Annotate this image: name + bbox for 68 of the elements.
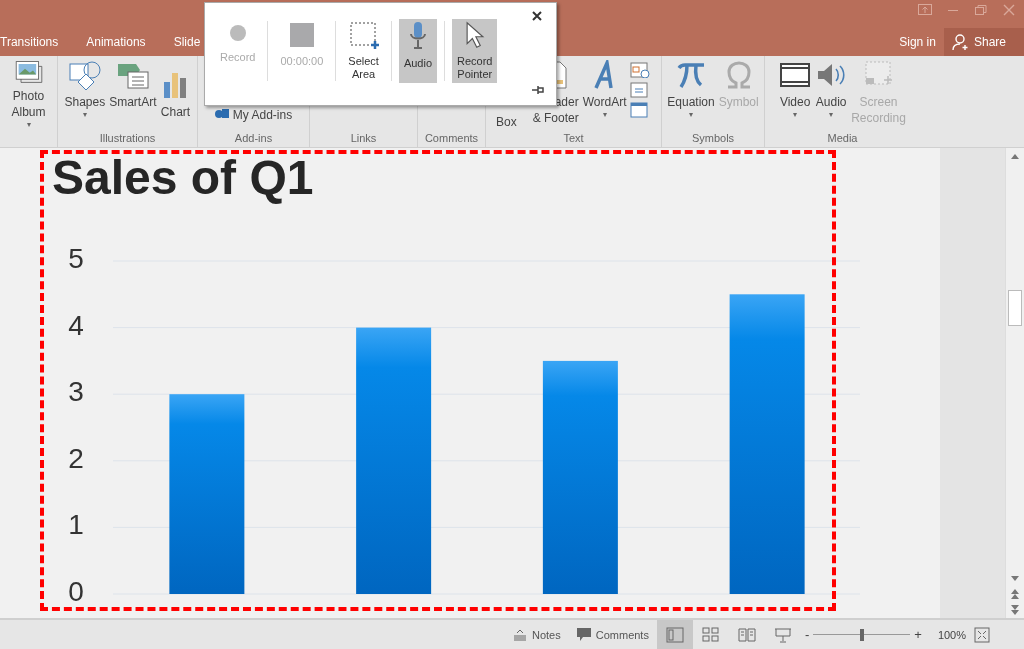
zoom-out-button[interactable]: - — [800, 627, 814, 642]
slide-number-icon — [629, 82, 650, 98]
pin-icon[interactable] — [532, 85, 544, 95]
axis-tick-label: 4 — [68, 309, 84, 341]
vertical-scrollbar[interactable] — [1005, 148, 1024, 618]
recording-button[interactable]: Audio — [398, 19, 437, 83]
sign-in-link[interactable]: Sign in — [899, 28, 936, 56]
projector-screen-icon — [773, 626, 792, 643]
book-icon — [737, 626, 756, 643]
previous-slide-icon[interactable] — [1011, 589, 1019, 599]
view-button[interactable] — [656, 620, 693, 649]
scroll-up-icon[interactable] — [1011, 153, 1019, 159]
close-icon[interactable] — [1002, 4, 1016, 16]
share-button[interactable]: Share — [943, 28, 1024, 56]
comments-button[interactable]: Comments — [568, 620, 657, 649]
ribbon-tab[interactable]: Slide — [159, 32, 215, 52]
microphone-icon — [407, 21, 428, 51]
group-label: Illustrations — [98, 131, 157, 146]
ribbon-button[interactable]: Video ▾ — [778, 60, 813, 130]
selection-area[interactable] — [40, 150, 836, 611]
square-icon — [287, 21, 316, 49]
next-slide-icon[interactable] — [1011, 605, 1019, 615]
shapes-icon — [67, 60, 102, 90]
ribbon-button[interactable]: Box — [495, 60, 518, 130]
scroll-down-icon[interactable] — [1011, 575, 1019, 581]
ribbon-button[interactable]: Photo Album ▾ — [9, 60, 48, 130]
notes-button[interactable]: Notes — [505, 620, 569, 649]
pi-icon — [676, 60, 706, 90]
zoom-in-button[interactable]: + — [910, 627, 926, 642]
ribbon-button[interactable]: Audio ▾ — [814, 60, 849, 130]
group-label: Media — [826, 131, 859, 146]
ribbon-display-icon[interactable] — [918, 4, 932, 16]
restore-icon[interactable] — [974, 4, 988, 16]
group-label: Text — [562, 131, 585, 146]
group-label: Add-ins — [233, 131, 274, 146]
ribbon-button[interactable]: WordArt ▾ — [581, 60, 628, 130]
axis-tick-label: 3 — [68, 376, 84, 408]
zoom-level[interactable]: 100% — [925, 628, 974, 641]
grid-view-icon — [701, 626, 720, 643]
notes-icon — [513, 628, 527, 641]
normal-view-icon — [665, 626, 684, 643]
dashed-rectangle-icon — [348, 21, 379, 49]
fit-to-window-icon — [974, 626, 990, 643]
ribbon-button[interactable]: Shapes ▾ — [63, 60, 107, 130]
scroll-thumb[interactable] — [1008, 290, 1022, 326]
group-label: Links — [349, 131, 378, 146]
group-label: Symbols — [690, 131, 736, 146]
axis-tick-label: 1 — [68, 509, 84, 541]
date-time-icon — [629, 62, 650, 78]
comment-icon — [576, 628, 591, 641]
axis-tick-label: 2 — [68, 442, 84, 474]
recording-button[interactable]: Select Area — [343, 19, 384, 83]
ribbon-tab[interactable]: Transitions — [0, 32, 73, 52]
ribbon-button[interactable]: Chart — [159, 60, 192, 130]
axis-tick-label: 0 — [68, 576, 84, 607]
person-plus-icon — [951, 33, 970, 51]
ribbon-button[interactable]: Equation ▾ — [666, 60, 716, 130]
recording-button[interactable]: Record Pointer — [452, 19, 498, 83]
ribbon-tab[interactable]: Animations — [72, 32, 160, 52]
add-ins-icon — [214, 107, 229, 119]
ribbon-button[interactable]: SmartArt — [108, 60, 158, 130]
group-label: Comments — [423, 131, 480, 146]
slide-title: Sales of Q1 — [52, 150, 314, 206]
axis-tick-label: 5 — [68, 243, 84, 274]
window-icon — [629, 102, 650, 118]
close-button[interactable] — [532, 11, 542, 21]
ribbon-button[interactable]: My Add-ins — [213, 107, 294, 123]
film-icon — [779, 60, 812, 90]
